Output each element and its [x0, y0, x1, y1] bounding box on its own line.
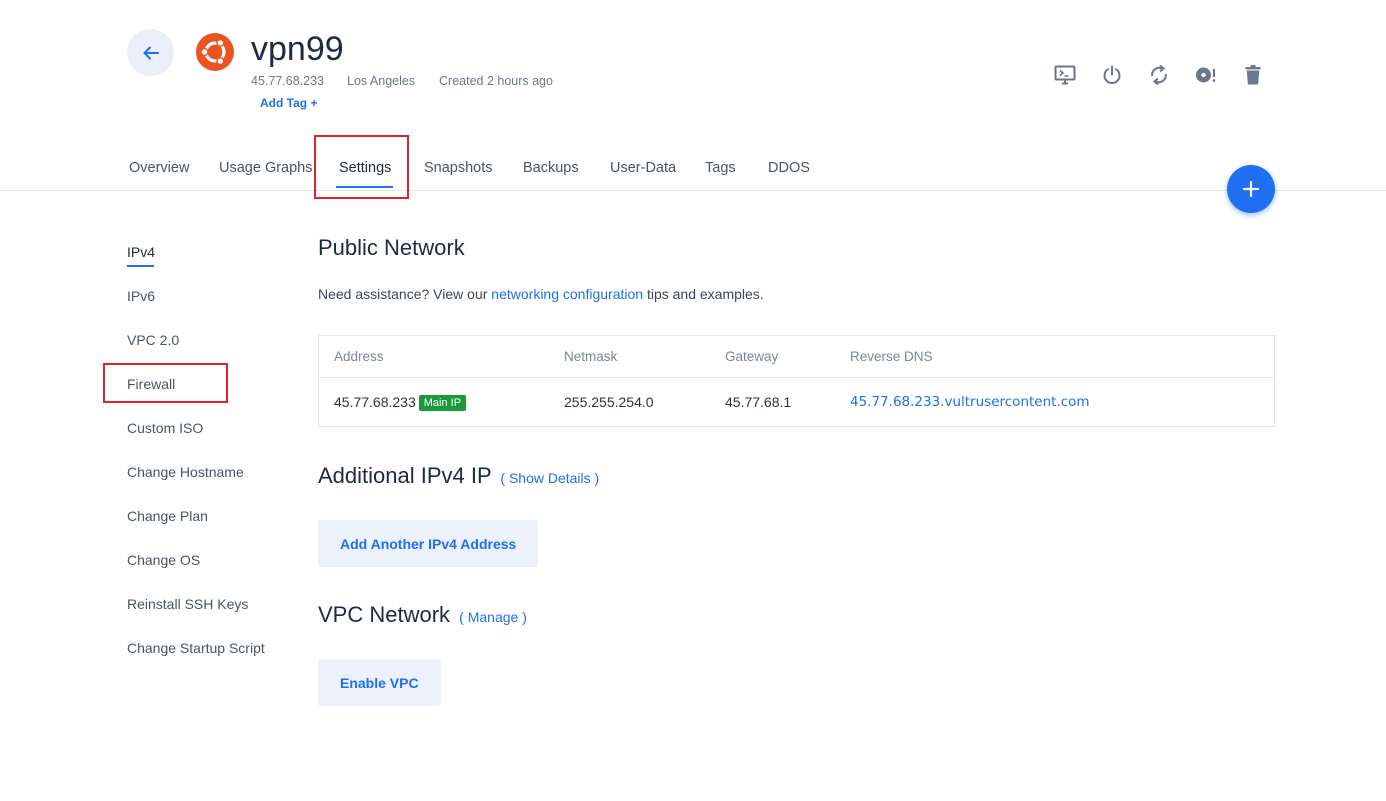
- add-tag-link[interactable]: Add Tag +: [260, 96, 317, 110]
- sidebar-item-custom-iso[interactable]: Custom ISO: [127, 420, 203, 436]
- sidebar-active-indicator: [127, 265, 154, 267]
- arrow-left-icon: [143, 46, 159, 59]
- assist-suffix: tips and examples.: [643, 286, 764, 302]
- server-toolbar: [1052, 62, 1287, 88]
- address-value: 45.77.68.233: [334, 394, 416, 410]
- firewall-highlight-box: [103, 363, 228, 403]
- additional-ipv4-title: Additional IPv4 IP ( Show Details ): [318, 463, 599, 489]
- enable-vpc-button[interactable]: Enable VPC: [318, 659, 441, 706]
- assist-text: Need assistance? View our networking con…: [318, 286, 764, 302]
- server-location: Los Angeles: [347, 74, 416, 88]
- tab-backups[interactable]: Backups: [523, 160, 579, 176]
- manage-vpc-link[interactable]: ( Manage ): [459, 609, 527, 625]
- tab-tags[interactable]: Tags: [705, 160, 736, 176]
- iso-button[interactable]: [1193, 62, 1219, 88]
- column-netmask: Netmask: [564, 349, 618, 364]
- server-name: vpn99: [251, 30, 344, 68]
- main-ip-badge: Main IP: [418, 395, 467, 411]
- sidebar-item-vpc[interactable]: VPC 2.0: [127, 332, 179, 348]
- public-network-title: Public Network: [318, 235, 465, 260]
- reverse-dns-link[interactable]: 45.77.68.233.vultrusercontent.com: [850, 394, 1090, 410]
- sidebar-item-ipv6[interactable]: IPv6: [127, 288, 155, 304]
- public-network-table: Address Netmask Gateway Reverse DNS 45.7…: [318, 335, 1275, 427]
- iso-icon: [1196, 67, 1216, 83]
- additional-ipv4-title-text: Additional IPv4 IP: [318, 463, 492, 488]
- sidebar-item-change-plan[interactable]: Change Plan: [127, 508, 208, 524]
- server-created: Created 2 hours ago: [439, 74, 553, 88]
- power-button[interactable]: [1099, 62, 1125, 88]
- table-row: 45.77.68.233 Main IP 255.255.254.0 45.77.…: [319, 378, 1274, 426]
- tab-usage-graphs[interactable]: Usage Graphs: [219, 160, 313, 176]
- console-button[interactable]: [1052, 62, 1078, 88]
- tab-ddos[interactable]: DDOS: [768, 160, 810, 176]
- restart-icon: [1151, 64, 1167, 86]
- server-ip: 45.77.68.233: [251, 74, 324, 88]
- back-button[interactable]: [127, 29, 174, 76]
- networking-configuration-link[interactable]: networking configuration: [491, 286, 643, 302]
- tab-overview[interactable]: Overview: [129, 160, 189, 176]
- netmask-value: 255.255.254.0: [564, 394, 654, 410]
- sidebar-item-change-os[interactable]: Change OS: [127, 552, 200, 568]
- settings-tab-highlight-box: [314, 135, 409, 199]
- gateway-value: 45.77.68.1: [725, 394, 792, 410]
- show-details-link[interactable]: ( Show Details ): [500, 470, 599, 486]
- console-icon: [1054, 65, 1076, 85]
- sidebar-item-reinstall-ssh-keys[interactable]: Reinstall SSH Keys: [127, 596, 248, 612]
- sidebar-item-change-startup-script[interactable]: Change Startup Script: [127, 640, 265, 656]
- column-reverse-dns: Reverse DNS: [850, 349, 933, 364]
- tab-snapshots[interactable]: Snapshots: [424, 160, 493, 176]
- trash-icon: [1245, 65, 1261, 85]
- add-ipv4-button[interactable]: Add Another IPv4 Address: [318, 520, 539, 567]
- plus-icon: [1243, 181, 1259, 197]
- sidebar-item-ipv4[interactable]: IPv4: [127, 244, 155, 260]
- restart-button[interactable]: [1146, 62, 1172, 88]
- address-cell: 45.77.68.233 Main IP: [334, 394, 467, 411]
- assist-prefix: Need assistance? View our: [318, 286, 492, 302]
- column-gateway: Gateway: [725, 349, 779, 364]
- sidebar-item-change-hostname[interactable]: Change Hostname: [127, 464, 244, 480]
- add-fab-button[interactable]: [1227, 165, 1275, 213]
- vpc-network-title-text: VPC Network: [318, 602, 451, 627]
- delete-button[interactable]: [1240, 62, 1266, 88]
- ubuntu-logo-icon: [196, 33, 234, 71]
- tab-user-data[interactable]: User-Data: [610, 160, 676, 176]
- vpc-network-title: VPC Network ( Manage ): [318, 602, 527, 628]
- tab-bar: Overview Usage Graphs Settings Snapshots…: [0, 150, 1386, 191]
- power-icon: [1103, 65, 1121, 84]
- table-header: Address Netmask Gateway Reverse DNS: [319, 336, 1274, 378]
- column-address: Address: [334, 349, 384, 364]
